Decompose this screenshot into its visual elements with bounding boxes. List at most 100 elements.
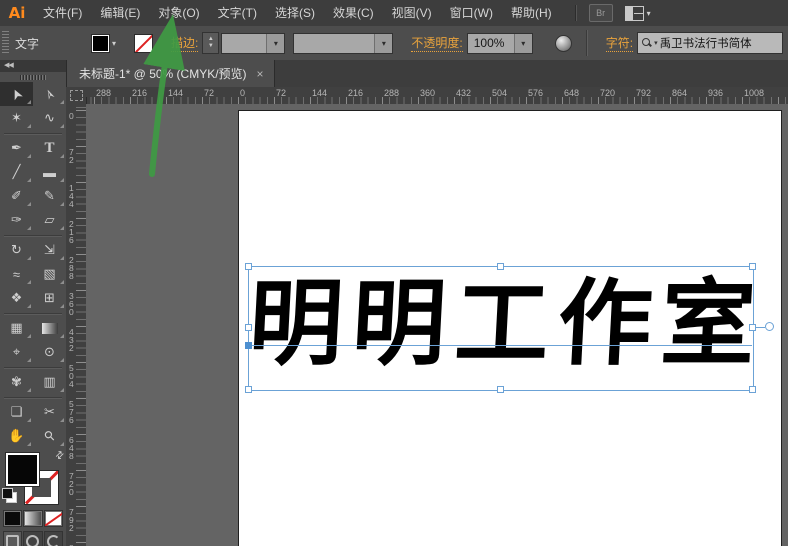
rotate-tool[interactable]: ↻ (0, 238, 33, 262)
stroke-weight-stepper[interactable]: ▲ ▼ (202, 32, 220, 54)
chevron-down-icon[interactable]: ▾ (513, 33, 532, 53)
menu-item[interactable]: 编辑(E) (91, 0, 149, 26)
ruler-tick-label: 216 (69, 219, 74, 245)
handle-bottom-left[interactable] (245, 386, 252, 393)
width-tool[interactable]: ≈ (0, 262, 33, 286)
vertical-ruler: 072144216288360432504576648720792864 (66, 104, 87, 546)
tools-panel-grip[interactable] (0, 72, 66, 82)
type-tool[interactable]: T (33, 136, 66, 160)
ruler-tick-label: 432 (69, 327, 74, 353)
draw-normal-button[interactable] (3, 531, 23, 546)
direct-selection-tool[interactable]: ➢ (33, 82, 66, 106)
line-segment-tool[interactable]: ╱ (0, 160, 33, 184)
swap-fill-stroke-icon[interactable]: ⇄ (53, 449, 67, 463)
ruler-origin-corner[interactable] (66, 87, 87, 104)
menu-bar: Ai 文件(F) 编辑(E) 对象(O) 文字(T) 选择(S) 效果(C) 视图(V) 窗口… (0, 0, 788, 27)
ruler-tick-label: 360 (69, 291, 74, 317)
rectangle-tool[interactable]: ▬ (33, 160, 66, 184)
perspective-grid-tool[interactable]: ⊞ (33, 286, 66, 310)
shape-builder-tool[interactable]: ❖ (0, 286, 33, 310)
document-tab-title: 未标题-1* @ 50% (CMYK/预览) (79, 67, 247, 81)
crosshair-icon (70, 90, 83, 101)
ruler-tick-label: 792 (69, 507, 74, 533)
column-graph-tool[interactable]: ▥ (33, 370, 66, 394)
illustrator-window: Ai 文件(F) 编辑(E) 对象(O) 文字(T) 选择(S) 效果(C) 视图(V) 窗口… (0, 0, 788, 546)
handle-middle-left[interactable] (245, 324, 252, 331)
none-button[interactable] (43, 510, 63, 527)
blob-brush-tool[interactable]: ✑ (0, 208, 33, 232)
eyedropper-tool[interactable]: ⌖ (0, 340, 33, 364)
handle-top-left[interactable] (245, 263, 252, 270)
opacity-panel-link[interactable]: 不透明度: (411, 34, 463, 52)
blend-tool[interactable]: ⊙ (33, 340, 66, 364)
stroke-weight-combo[interactable]: ▾ (221, 32, 286, 54)
ruler-tick-label: 288 (384, 88, 400, 98)
handle-bottom-right[interactable] (749, 386, 756, 393)
draw-behind-button[interactable] (23, 531, 43, 546)
menu-item[interactable]: 窗口(W) (441, 0, 502, 26)
menu-item[interactable]: 帮助(H) (502, 0, 561, 26)
ruler-tick-label: 72 (204, 88, 215, 98)
mesh-tool[interactable]: ▦ (0, 316, 33, 340)
magic-wand-tool[interactable]: ✶ (0, 106, 33, 130)
text-anchor-point[interactable] (245, 342, 252, 349)
free-transform-tool[interactable]: ▧ (33, 262, 66, 286)
menu-item[interactable]: 对象(O) (149, 0, 208, 26)
scale-tool[interactable]: ⇲ (33, 238, 66, 262)
menu-item[interactable]: 文件(F) (34, 0, 91, 26)
horizontal-ruler-labels: 288 216 144 72 0 72 144 216 288 360 432 504 576 648 72… (86, 87, 788, 104)
handle-top-right[interactable] (749, 263, 756, 270)
collapse-panel-icon[interactable]: ◀◀ (4, 62, 14, 69)
document-tab[interactable]: 未标题-1* @ 50% (CMYK/预览) × (66, 60, 275, 87)
menu-item[interactable]: 视图(V) (383, 0, 441, 26)
tools-panel-header[interactable]: ◀◀ (0, 60, 66, 72)
fill-color-swatch[interactable] (91, 33, 111, 53)
workspace-switcher[interactable]: ▾ (624, 5, 651, 21)
chevron-down-icon: ▾ (654, 40, 658, 47)
brush-definition-combo[interactable]: ▾ (293, 32, 394, 54)
hand-tool[interactable]: ✋ (0, 424, 33, 448)
artboard-tool[interactable]: ❏ (0, 400, 33, 424)
chevron-down-icon[interactable]: ▾ (112, 39, 116, 48)
selection-tool[interactable]: ➤ (0, 82, 33, 106)
character-panel-link[interactable]: 字符: (605, 34, 634, 52)
ruler-tick-label: 504 (492, 88, 508, 98)
style-icon[interactable] (554, 34, 572, 52)
ruler-tick-label: 288 (69, 255, 74, 281)
opacity-combo[interactable]: 100% ▾ (466, 32, 533, 54)
stroke-color-swatch[interactable] (134, 33, 154, 53)
zoom-tool[interactable]: ⚲ (33, 424, 66, 448)
close-icon[interactable]: × (257, 67, 264, 81)
symbol-sprayer-tool[interactable]: ✾ (0, 370, 33, 394)
ruler-tick-label: 360 (420, 88, 436, 98)
slice-tool[interactable]: ✂ (33, 400, 66, 424)
pen-tool[interactable]: ✒ (0, 136, 33, 160)
menu-item[interactable]: 效果(C) (324, 0, 383, 26)
tool-grid: ➤➢✶∿✒T╱▬✐✎✑▱↻⇲≈▧❖⊞▦▬⌖⊙✾▥❏✂✋⚲ (0, 82, 66, 448)
panel-grip[interactable] (2, 31, 9, 55)
workspace-layout-icon (624, 5, 644, 21)
menu-item[interactable]: 文字(T) (209, 0, 266, 26)
color-button[interactable] (3, 510, 23, 527)
chevron-down-icon[interactable]: ▾ (374, 33, 393, 53)
lasso-tool[interactable]: ∿ (33, 106, 66, 130)
paintbrush-tool[interactable]: ✐ (0, 184, 33, 208)
handle-bottom-center[interactable] (497, 386, 504, 393)
eraser-tool[interactable]: ▱ (33, 208, 66, 232)
font-search-field[interactable]: ▾ 禹卫书法行书简体 (637, 32, 784, 54)
draw-inside-button[interactable] (43, 531, 63, 546)
chevron-down-icon[interactable]: ▾ (266, 33, 285, 53)
canvas-viewport: 明明工作室 (86, 104, 788, 546)
bridge-button[interactable]: Br (588, 4, 613, 22)
pencil-tool[interactable]: ✎ (33, 184, 66, 208)
ruler-tick-label: 864 (672, 88, 688, 98)
handle-top-center[interactable] (497, 263, 504, 270)
fill-swatch-large[interactable] (5, 452, 40, 487)
gradient-button[interactable] (23, 510, 43, 527)
gradient-tool[interactable]: ▬ (33, 316, 66, 340)
ruler-tick-label: 216 (348, 88, 364, 98)
menu-item[interactable]: 选择(S) (266, 0, 324, 26)
side-widget-circle[interactable] (765, 322, 774, 331)
stroke-panel-link[interactable]: 描边: (171, 34, 199, 52)
default-fill-stroke-icon[interactable] (2, 488, 17, 503)
